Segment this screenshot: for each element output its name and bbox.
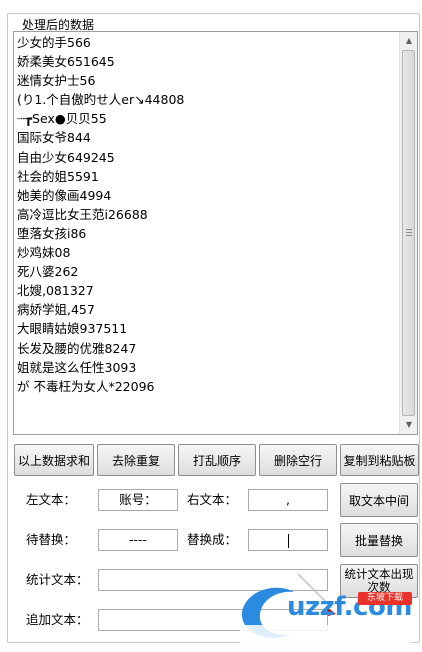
right-text-input[interactable]: , bbox=[248, 489, 328, 511]
right-text-label: 右文本： bbox=[187, 492, 238, 507]
list-item[interactable]: 高冷逗比女王范i26688 bbox=[17, 205, 397, 224]
list-item[interactable]: 病娇学姐,457 bbox=[17, 300, 397, 319]
replace-text-label: 替换成： bbox=[187, 532, 238, 547]
list-item[interactable]: ┈┲Sex●贝贝55 bbox=[17, 109, 397, 128]
result-listbox[interactable]: 少女的手566 娇柔美女651645 迷情女护士56 (り1.个自傲旳せ人er↘… bbox=[13, 31, 418, 435]
dedupe-button[interactable]: 去除重复 bbox=[97, 444, 175, 476]
sum-button[interactable]: 以上数据求和 bbox=[14, 444, 94, 476]
list-item[interactable]: 炒鸡妹08 bbox=[17, 243, 397, 262]
copy-to-clipboard-button[interactable]: 复制到粘贴板 bbox=[340, 444, 419, 476]
grip-line bbox=[406, 232, 412, 233]
list-item[interactable]: 她美的像画4994 bbox=[17, 186, 397, 205]
count-text-label: 统计文本： bbox=[26, 572, 89, 587]
shuffle-button[interactable]: 打乱顺序 bbox=[178, 444, 256, 476]
replace-text-input[interactable] bbox=[248, 529, 328, 551]
list-item[interactable]: 大眼睛姑娘937511 bbox=[17, 319, 397, 338]
scrollbar-thumb[interactable] bbox=[402, 50, 415, 416]
list-item[interactable]: 死八婆262 bbox=[17, 262, 397, 281]
grip-line bbox=[406, 235, 412, 236]
list-item[interactable]: 少女的手566 bbox=[17, 33, 397, 52]
arrow-down-icon[interactable]: ▼ bbox=[401, 417, 417, 433]
grip-line bbox=[406, 229, 412, 230]
list-item[interactable]: 迷情女护士56 bbox=[17, 71, 397, 90]
find-text-label: 待替换： bbox=[26, 532, 77, 547]
delete-blank-lines-button[interactable]: 删除空行 bbox=[259, 444, 337, 476]
find-text-input[interactable]: ---- bbox=[98, 529, 178, 551]
list-item[interactable]: 自由少女649245 bbox=[17, 148, 397, 167]
batch-replace-button[interactable]: 批量替换 bbox=[340, 523, 418, 557]
arrow-up-icon[interactable]: ▲ bbox=[401, 33, 417, 49]
list-item[interactable]: 北嫂,081327 bbox=[17, 281, 397, 300]
append-text-label: 追加文本： bbox=[26, 612, 89, 627]
list-item[interactable]: 堕落女孩i86 bbox=[17, 224, 397, 243]
left-text-label: 左文本： bbox=[26, 492, 77, 507]
list-item[interactable]: 社会的姐5591 bbox=[17, 167, 397, 186]
list-item[interactable]: 长发及腰的优雅8247 bbox=[17, 339, 397, 358]
list-items: 少女的手566 娇柔美女651645 迷情女护士56 (り1.个自傲旳せ人er↘… bbox=[17, 33, 397, 396]
list-item[interactable]: が 不毒枉为女人*22096 bbox=[17, 377, 397, 396]
site-watermark-logo: uzzf.com 东坡下载 bbox=[236, 568, 422, 649]
list-item[interactable]: 国际女爷844 bbox=[17, 128, 397, 147]
extract-middle-text-button[interactable]: 取文本中间 bbox=[340, 483, 418, 517]
watermark-tag: 东坡下载 bbox=[358, 592, 412, 605]
text-cursor bbox=[287, 533, 289, 548]
vertical-scrollbar[interactable]: ▲ ▼ bbox=[399, 32, 417, 434]
group-title: 处理后的数据 bbox=[20, 18, 97, 32]
list-item[interactable]: 姐就是这么任性3093 bbox=[17, 358, 397, 377]
list-item[interactable]: 娇柔美女651645 bbox=[17, 52, 397, 71]
list-item[interactable]: (り1.个自傲旳せ人er↘44808 bbox=[17, 90, 397, 109]
left-text-input[interactable]: 账号： bbox=[98, 489, 178, 511]
